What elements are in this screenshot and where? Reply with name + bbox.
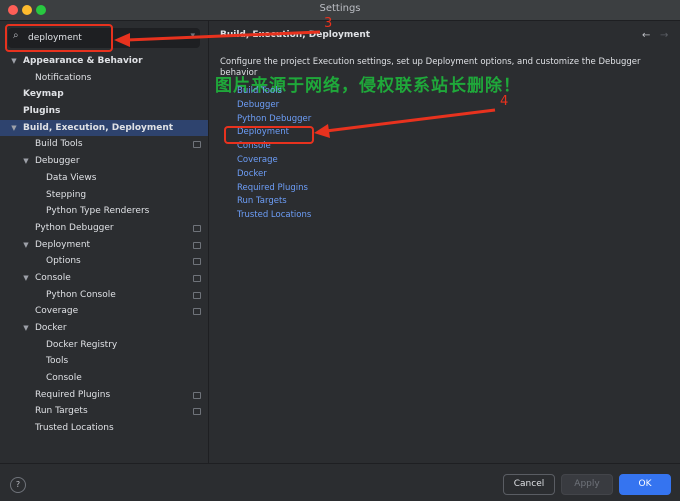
dialog-footer: ? Cancel Apply OK bbox=[0, 463, 680, 501]
sidebar-item[interactable]: ▼ Console bbox=[0, 270, 208, 287]
back-arrow-icon[interactable]: ← bbox=[642, 30, 650, 41]
project-scope-icon bbox=[193, 241, 201, 249]
sidebar-item-label: Console bbox=[35, 272, 71, 283]
sidebar-item-label: Python Console bbox=[46, 289, 116, 300]
sidebar-item[interactable]: Python Debugger bbox=[0, 220, 208, 237]
sidebar-item-label: Deployment bbox=[35, 239, 91, 250]
sidebar-item[interactable]: ▼ Appearance & Behavior bbox=[0, 53, 208, 70]
sidebar-item-label: Console bbox=[46, 373, 82, 384]
sidebar-item-label: Coverage bbox=[35, 306, 79, 317]
sidebar-item-label: Data Views bbox=[46, 172, 97, 183]
sidebar-item[interactable]: Options bbox=[0, 253, 208, 270]
project-scope-icon bbox=[193, 408, 201, 416]
settings-content: Build, Execution, Deployment ← → Configu… bbox=[209, 21, 680, 463]
sidebar-item[interactable]: ▼ Deployment bbox=[0, 237, 208, 254]
project-scope-icon bbox=[193, 258, 201, 266]
chevron-down-icon[interactable]: ▼ bbox=[9, 120, 19, 137]
sidebar-item[interactable]: Stepping bbox=[0, 187, 208, 204]
sidebar-item[interactable]: Required Plugins bbox=[0, 387, 208, 404]
settings-search[interactable]: ⌕ ▾ bbox=[8, 28, 200, 48]
title-bar: Settings bbox=[0, 0, 680, 21]
project-scope-icon bbox=[193, 274, 201, 282]
apply-button[interactable]: Apply bbox=[561, 474, 613, 495]
chevron-down-icon[interactable]: ▼ bbox=[9, 53, 19, 70]
sidebar-item-label: Stepping bbox=[46, 189, 87, 200]
settings-sidebar: ⌕ ▾ ▼ Appearance & Behavior Notifications K… bbox=[0, 21, 209, 463]
sidebar-item-label: Options bbox=[46, 256, 81, 267]
section-link[interactable]: Required Plugins bbox=[237, 182, 311, 196]
sidebar-item[interactable]: Coverage bbox=[0, 303, 208, 320]
window-title: Settings bbox=[319, 3, 361, 14]
section-link[interactable]: Python Debugger bbox=[237, 113, 311, 127]
sidebar-item-label: Tools bbox=[46, 356, 69, 367]
section-link[interactable]: Docker bbox=[237, 168, 311, 182]
sidebar-item-label: Python Debugger bbox=[35, 222, 114, 233]
section-link[interactable]: Trusted Locations bbox=[237, 209, 311, 223]
annotation-number-4: 4 bbox=[500, 94, 509, 109]
sidebar-item[interactable]: ▼ Build, Execution, Deployment bbox=[0, 119, 208, 137]
project-scope-icon bbox=[193, 141, 201, 149]
chevron-down-icon[interactable]: ▼ bbox=[21, 270, 31, 287]
sidebar-item[interactable]: Tools bbox=[0, 353, 208, 370]
section-link[interactable]: Console bbox=[237, 140, 311, 154]
sidebar-item[interactable]: Python Console bbox=[0, 287, 208, 304]
sidebar-item-label: Debugger bbox=[35, 156, 80, 167]
section-link[interactable]: Deployment bbox=[237, 126, 311, 140]
sidebar-item-label: Build, Execution, Deployment bbox=[23, 122, 174, 133]
settings-tree: ▼ Appearance & Behavior Notifications Keyma… bbox=[0, 53, 208, 437]
sidebar-item-label: Docker Registry bbox=[46, 339, 118, 350]
section-link[interactable]: Coverage bbox=[237, 154, 311, 168]
help-button[interactable]: ? bbox=[10, 477, 26, 493]
search-icon: ⌕ bbox=[13, 30, 19, 41]
sidebar-item[interactable]: ▼ Debugger bbox=[0, 153, 208, 170]
section-link[interactable]: Run Targets bbox=[237, 195, 311, 209]
sidebar-item[interactable]: Keymap bbox=[0, 86, 208, 103]
chevron-down-icon[interactable]: ▼ bbox=[21, 237, 31, 254]
sidebar-item[interactable]: Data Views bbox=[0, 170, 208, 187]
sidebar-item-label: Run Targets bbox=[35, 406, 88, 417]
sidebar-item[interactable]: Plugins bbox=[0, 103, 208, 120]
sidebar-item[interactable]: Build Tools bbox=[0, 136, 208, 153]
sidebar-item-label: Docker bbox=[35, 323, 67, 333]
section-links: Build Tools Debugger Python Debugger Deploy… bbox=[237, 85, 311, 223]
sidebar-item-label: Required Plugins bbox=[35, 389, 111, 400]
sidebar-item[interactable]: Trusted Locations bbox=[0, 420, 208, 437]
forward-arrow-icon[interactable]: → bbox=[660, 30, 668, 41]
section-link[interactable]: Debugger bbox=[237, 99, 311, 113]
sidebar-item[interactable]: Notifications bbox=[0, 70, 208, 87]
chevron-down-icon[interactable]: ▼ bbox=[21, 153, 31, 170]
sidebar-item[interactable]: Python Type Renderers bbox=[0, 203, 208, 220]
project-scope-icon bbox=[193, 291, 201, 299]
annotation-number-3: 3 bbox=[324, 16, 333, 31]
search-input[interactable] bbox=[28, 30, 178, 46]
sidebar-item[interactable]: ▼ Docker bbox=[0, 320, 208, 337]
ok-button[interactable]: OK bbox=[619, 474, 671, 495]
sidebar-item[interactable]: Console bbox=[0, 370, 208, 387]
search-history-icon[interactable]: ▾ bbox=[190, 31, 195, 41]
sidebar-item-label: Notifications bbox=[35, 72, 92, 83]
sidebar-item-label: Build Tools bbox=[35, 139, 83, 150]
cancel-button[interactable]: Cancel bbox=[503, 474, 555, 495]
sidebar-item[interactable]: Docker Registry bbox=[0, 337, 208, 354]
sidebar-item-label: Trusted Locations bbox=[35, 423, 114, 434]
project-scope-icon bbox=[193, 391, 201, 399]
sidebar-item-label: Plugins bbox=[23, 106, 61, 117]
sidebar-item[interactable]: Run Targets bbox=[0, 403, 208, 420]
project-scope-icon bbox=[193, 308, 201, 316]
page-title: Build, Execution, Deployment bbox=[220, 30, 371, 40]
sidebar-item-label: Appearance & Behavior bbox=[23, 56, 143, 66]
section-link[interactable]: Build Tools bbox=[237, 85, 311, 99]
sidebar-item-label: Keymap bbox=[23, 89, 64, 100]
project-scope-icon bbox=[193, 224, 201, 232]
sidebar-item-label: Python Type Renderers bbox=[46, 206, 150, 217]
chevron-down-icon[interactable]: ▼ bbox=[21, 320, 31, 337]
